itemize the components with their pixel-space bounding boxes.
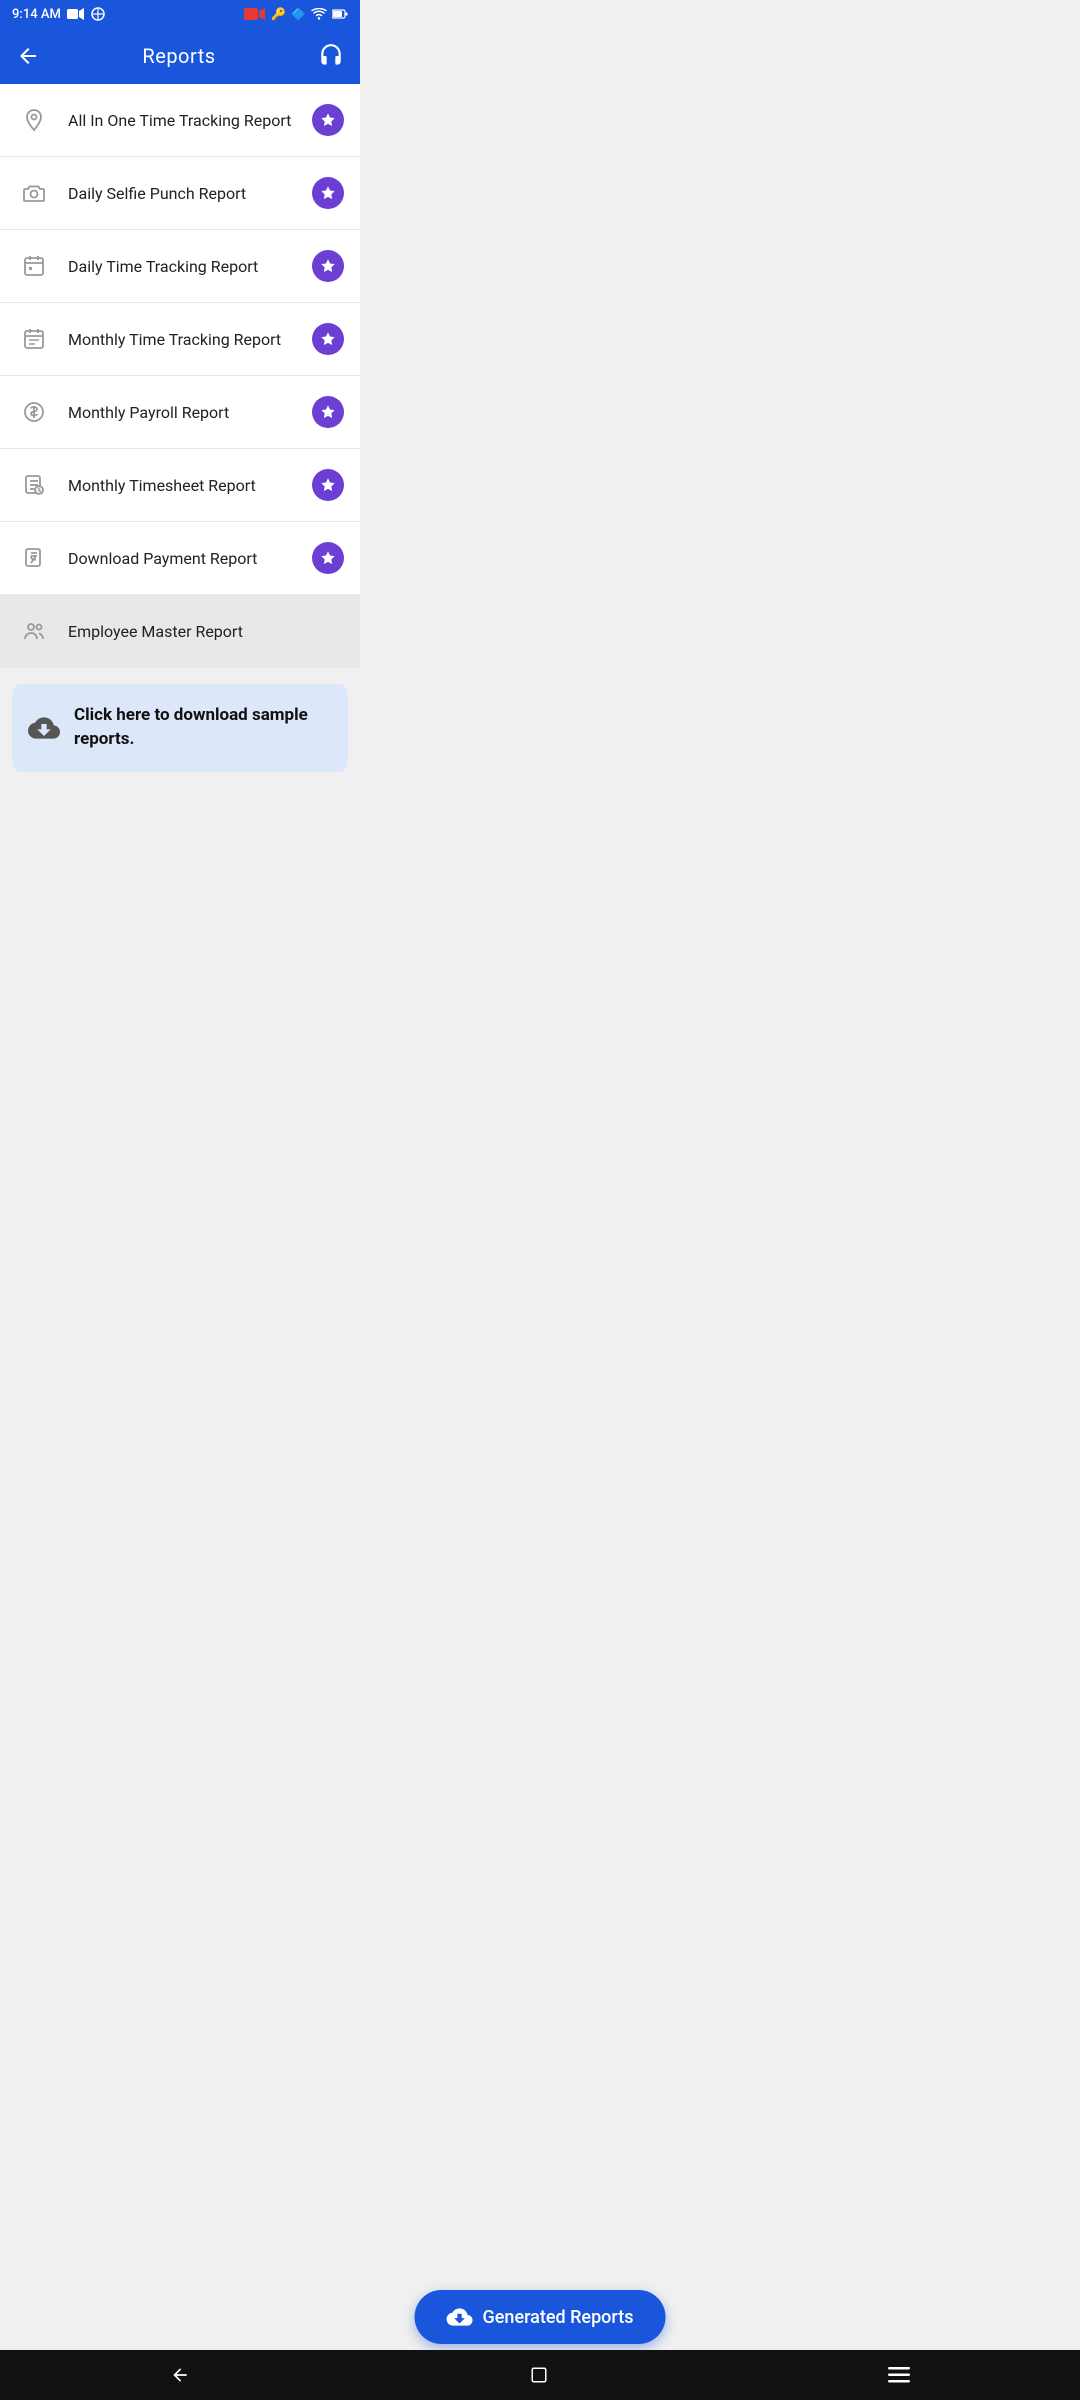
- report-label-payment-report: Download Payment Report: [68, 549, 312, 568]
- report-label-monthly-payroll: Monthly Payroll Report: [68, 403, 312, 422]
- star-button-monthly-time[interactable]: [312, 323, 344, 355]
- report-label-employee-master: Employee Master Report: [68, 622, 344, 641]
- status-right: 🔑 🔷: [244, 6, 348, 22]
- report-icon-payment-report: [16, 540, 52, 576]
- video-icon: [67, 8, 85, 20]
- report-item-daily-selfie[interactable]: Daily Selfie Punch Report: [0, 157, 360, 230]
- status-left: 9:14 AM: [12, 7, 105, 22]
- report-item-monthly-timesheet[interactable]: Monthly Timesheet Report: [0, 449, 360, 522]
- bluetooth-icon: 🔷: [291, 7, 306, 21]
- report-label-all-in-one: All In One Time Tracking Report: [68, 111, 312, 130]
- report-icon-monthly-payroll: [16, 394, 52, 430]
- report-icon-all-in-one: [16, 102, 52, 138]
- star-button-all-in-one[interactable]: [312, 104, 344, 136]
- key-icon: 🔑: [271, 7, 286, 21]
- generated-reports-icon: [447, 2304, 473, 2330]
- star-button-daily-selfie[interactable]: [312, 177, 344, 209]
- nav-menu-button[interactable]: [868, 2359, 930, 2391]
- status-bar: 9:14 AM 🔑 🔷: [0, 0, 360, 28]
- report-icon-daily-selfie: [16, 175, 52, 211]
- generated-reports-button[interactable]: Generated Reports: [415, 2290, 666, 2344]
- nav-back-button[interactable]: [150, 2357, 210, 2393]
- report-item-all-in-one[interactable]: All In One Time Tracking Report: [0, 84, 360, 157]
- report-item-daily-time[interactable]: Daily Time Tracking Report: [0, 230, 360, 303]
- report-icon-daily-time: [16, 248, 52, 284]
- star-button-payment-report[interactable]: [312, 542, 344, 574]
- device-icon: [91, 7, 105, 21]
- report-icon-monthly-time: [16, 321, 52, 357]
- report-label-monthly-time: Monthly Time Tracking Report: [68, 330, 312, 349]
- record-icon: [244, 6, 266, 22]
- report-item-monthly-time[interactable]: Monthly Time Tracking Report: [0, 303, 360, 376]
- star-button-daily-time[interactable]: [312, 250, 344, 282]
- report-icon-monthly-timesheet: [16, 467, 52, 503]
- back-button[interactable]: [16, 44, 40, 68]
- download-cloud-icon: [28, 712, 60, 744]
- app-header: Reports: [0, 28, 360, 84]
- sample-download-button[interactable]: Click here to download sample reports.: [12, 684, 348, 772]
- report-list: All In One Time Tracking Report Daily Se…: [0, 84, 360, 668]
- star-button-monthly-timesheet[interactable]: [312, 469, 344, 501]
- star-button-monthly-payroll[interactable]: [312, 396, 344, 428]
- report-item-employee-master[interactable]: Employee Master Report: [0, 595, 360, 668]
- wifi-icon: [311, 8, 327, 20]
- time: 9:14 AM: [12, 7, 61, 22]
- page-title: Reports: [142, 44, 215, 68]
- nav-bar: [0, 2350, 1080, 2400]
- spacer: [0, 788, 360, 908]
- battery-icon: [332, 9, 348, 19]
- generated-reports-label: Generated Reports: [483, 2307, 634, 2328]
- sample-download-text: Click here to download sample reports.: [74, 704, 332, 752]
- report-label-daily-time: Daily Time Tracking Report: [68, 257, 312, 276]
- report-item-monthly-payroll[interactable]: Monthly Payroll Report: [0, 376, 360, 449]
- headset-button[interactable]: [318, 43, 344, 69]
- report-icon-employee-master: [16, 613, 52, 649]
- nav-home-button[interactable]: [510, 2358, 568, 2392]
- report-label-monthly-timesheet: Monthly Timesheet Report: [68, 476, 312, 495]
- report-item-payment-report[interactable]: Download Payment Report: [0, 522, 360, 595]
- report-label-daily-selfie: Daily Selfie Punch Report: [68, 184, 312, 203]
